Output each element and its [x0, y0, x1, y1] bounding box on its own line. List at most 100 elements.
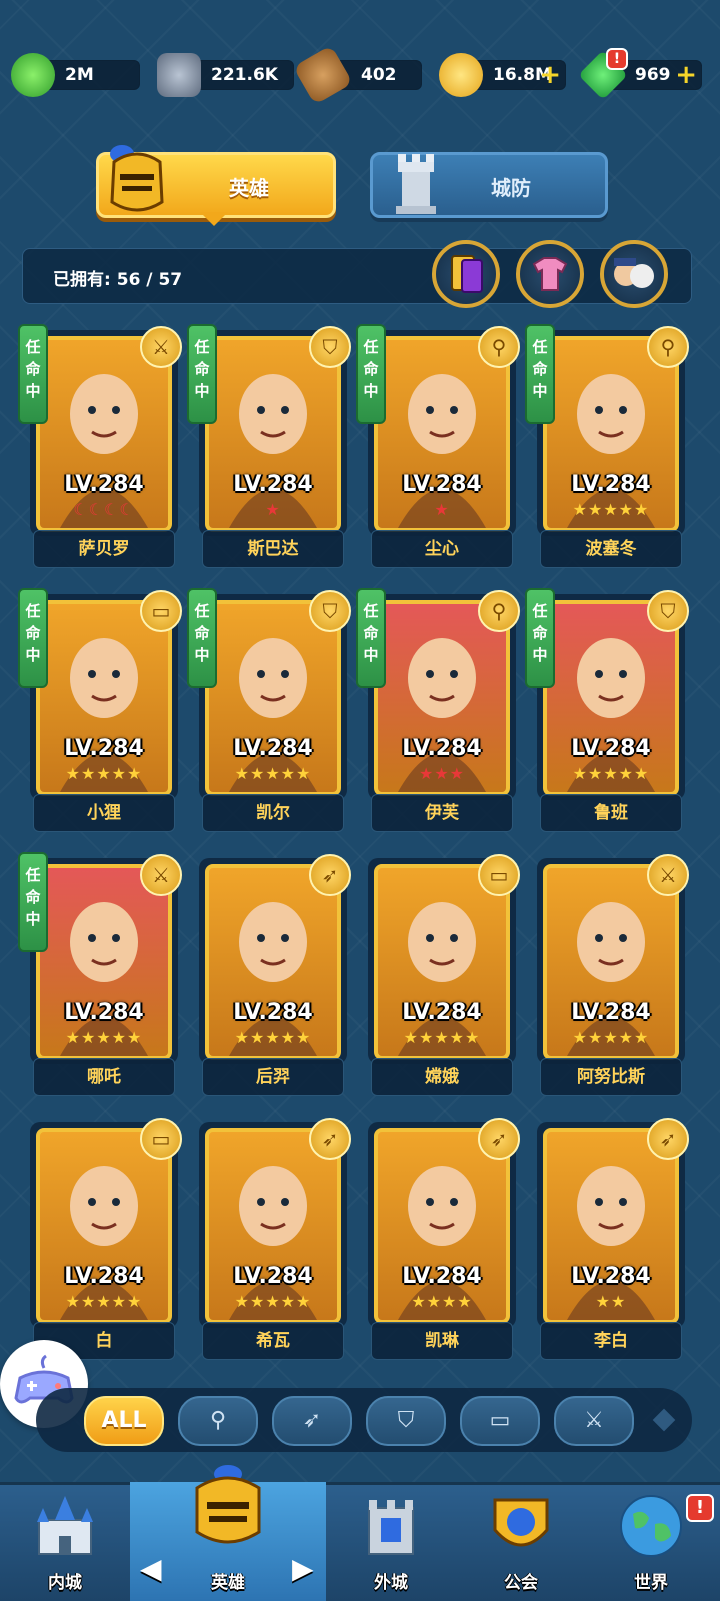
hero-card[interactable]: LV.284 ☾☾☾☾ ⚔ 任 命 中 — [18, 324, 182, 536]
shield-icon: ⛉ — [397, 1408, 415, 1433]
stone-token-icon — [157, 53, 201, 97]
hero-level: LV.284 — [233, 1000, 313, 1025]
resource-stone-token[interactable]: 221.6K — [157, 53, 294, 97]
hero-group-button[interactable] — [600, 240, 668, 308]
hero-name: 哪吒 — [33, 1058, 175, 1096]
bow-icon: ➶ — [647, 1118, 689, 1160]
filter-all-label: ALL — [101, 1408, 147, 1433]
shield-icon: ⛉ — [309, 326, 351, 368]
bow-icon: ➶ — [302, 1408, 322, 1433]
hero-level: LV.284 — [64, 736, 144, 761]
appointed-badge: 任 命 中 — [356, 588, 386, 688]
handshake-shield-icon — [485, 1490, 557, 1562]
staff-icon: ⚲ — [478, 326, 520, 368]
nav-guild[interactable]: 公会 — [456, 1482, 586, 1601]
hero-name: 凯琳 — [371, 1322, 513, 1360]
appointed-badge: 任 命 中 — [525, 324, 555, 424]
hero-level: LV.284 — [402, 1264, 482, 1289]
sword-icon: ⚔ — [140, 326, 182, 368]
bow-icon: ➶ — [309, 1118, 351, 1160]
skin-shirt-button[interactable] — [516, 240, 584, 308]
hero-card[interactable]: LV.284 ★★★★ ➶ — [368, 1118, 520, 1328]
hero-stars: ★★★★★ — [572, 1028, 650, 1047]
nav-prev-arrow[interactable]: ◀ — [140, 1552, 162, 1585]
knight-helmet-icon — [102, 142, 172, 220]
appointed-badge: 任 命 中 — [356, 324, 386, 424]
filter-all-button[interactable]: ALL — [84, 1396, 164, 1446]
owned-count-bar: 已拥有: 56 / 57 — [22, 248, 692, 304]
staff-icon: ⚲ — [647, 326, 689, 368]
hero-name: 小狸 — [33, 794, 175, 832]
hero-level: LV.284 — [64, 472, 144, 497]
hero-card[interactable]: LV.284 ★★ ➶ — [537, 1118, 689, 1328]
hero-stars: ★★★★★ — [234, 1028, 312, 1047]
hero-card[interactable]: LV.284 ★★★★★ ➶ — [199, 1118, 351, 1328]
resource-value: 402 — [361, 65, 397, 85]
hero-stars: ★ — [434, 500, 450, 519]
filter-shield-button[interactable]: ⛉ — [366, 1396, 446, 1446]
hero-stars: ★★★ — [418, 764, 466, 783]
resource-bar: 2M 221.6K 402 16.8M + 969 + ! — [0, 44, 720, 106]
hero-level: LV.284 — [233, 472, 313, 497]
gold-coin-icon — [439, 53, 483, 97]
hero-name: 鲁班 — [540, 794, 682, 832]
resource-hammer[interactable]: 402 — [292, 44, 422, 106]
hero-stars: ★★★★ — [411, 1292, 473, 1311]
hero-card[interactable]: LV.284 ★★★★★ ▭ — [30, 1118, 182, 1328]
hero-stars: ★★★★★ — [65, 1292, 143, 1311]
hero-card[interactable]: LV.284 ★★★★★ ⚲ 任 命 中 — [525, 324, 689, 536]
hero-level: LV.284 — [402, 736, 482, 761]
hero-card[interactable]: LV.284 ★★★★★ ⛉ 任 命 中 — [525, 588, 689, 800]
hero-card[interactable]: LV.284 ★ ⚲ 任 命 中 — [356, 324, 520, 536]
hero-card[interactable]: LV.284 ★★★★★ ⚔ 任 命 中 — [18, 852, 182, 1064]
shield-icon: ⛉ — [309, 590, 351, 632]
hero-card[interactable]: LV.284 ★ ⛉ 任 命 中 — [187, 324, 351, 536]
hero-level: LV.284 — [402, 472, 482, 497]
hero-stars: ★★★★★ — [572, 500, 650, 519]
hero-card[interactable]: LV.284 ★★★★★ ➶ — [199, 854, 351, 1064]
sword-icon: ⚔ — [140, 854, 182, 896]
add-emerald-button[interactable]: + — [675, 62, 697, 88]
hero-stars: ★★★★★ — [65, 1028, 143, 1047]
book-icon: ▭ — [140, 590, 182, 632]
resource-value: 969 — [635, 65, 671, 85]
hero-name: 波塞冬 — [540, 530, 682, 568]
nav-label: 内城 — [48, 1573, 82, 1593]
nav-inner-city[interactable]: 内城 — [0, 1482, 130, 1601]
hero-level: LV.284 — [233, 1264, 313, 1289]
nav-next-arrow[interactable]: ▶ — [292, 1552, 314, 1585]
filter-book-button[interactable]: ▭ — [460, 1396, 540, 1446]
filter-staff-button[interactable]: ⚲ — [178, 1396, 258, 1446]
hero-name: 伊芙 — [371, 794, 513, 832]
tab-pointer — [200, 212, 228, 226]
hero-card[interactable]: LV.284 ★★★★★ ⛉ 任 命 中 — [187, 588, 351, 800]
hero-level: LV.284 — [571, 736, 651, 761]
book-icon: ▭ — [489, 1408, 511, 1433]
hero-name: 嫦娥 — [371, 1058, 513, 1096]
hero-stars: ★★ — [595, 1292, 627, 1311]
bow-icon: ➶ — [478, 1118, 520, 1160]
filter-bow-button[interactable]: ➶ — [272, 1396, 352, 1446]
nav-outer-city[interactable]: 外城 — [326, 1482, 456, 1601]
resource-green-gem[interactable]: 2M — [11, 53, 140, 97]
owned-label: 已拥有: 56 / 57 — [53, 270, 183, 290]
hero-stars: ★★★★★ — [234, 764, 312, 783]
hero-card[interactable]: LV.284 ★★★ ⚲ 任 命 中 — [356, 588, 520, 800]
resource-value: 221.6K — [211, 65, 278, 85]
filter-sword-button[interactable]: ⚔ — [554, 1396, 634, 1446]
hero-stars: ★ — [265, 500, 281, 519]
hero-card[interactable]: LV.284 ★★★★★ ▭ 任 命 中 — [18, 588, 182, 800]
hero-cards-button[interactable] — [432, 240, 500, 308]
staff-icon: ⚲ — [209, 1408, 227, 1433]
resource-gold-coin[interactable]: 16.8M + — [439, 53, 566, 97]
hero-card[interactable]: LV.284 ★★★★★ ▭ — [368, 854, 520, 1064]
fortress-icon — [355, 1490, 427, 1562]
appointed-badge: 任 命 中 — [187, 588, 217, 688]
hero-level: LV.284 — [64, 1000, 144, 1025]
hero-name: 尘心 — [371, 530, 513, 568]
world-alert-badge: ! — [686, 1494, 714, 1522]
hero-name: 阿努比斯 — [540, 1058, 682, 1096]
add-gold-button[interactable]: + — [539, 62, 561, 88]
hero-stars: ★★★★★ — [234, 1292, 312, 1311]
hero-card[interactable]: LV.284 ★★★★★ ⚔ — [537, 854, 689, 1064]
